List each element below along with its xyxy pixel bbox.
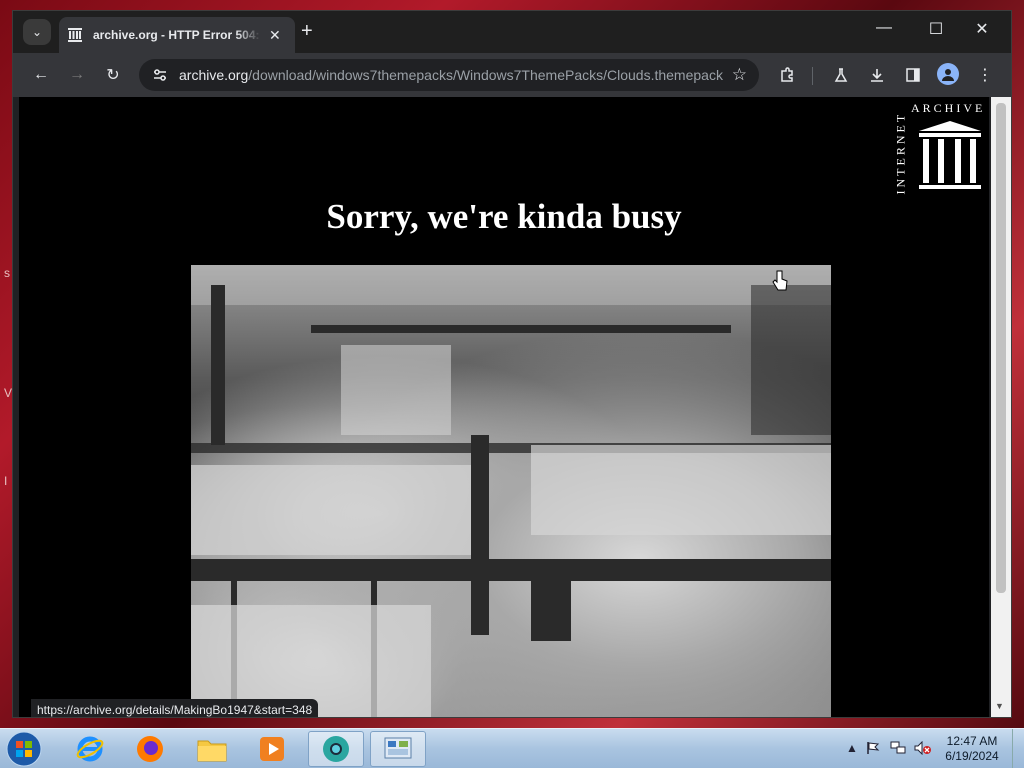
show-hidden-icons-icon[interactable]: ▲ — [846, 741, 858, 755]
page-scrollbar[interactable]: ▼ — [991, 97, 1011, 717]
address-url: archive.org/download/windows7themepacks/… — [179, 67, 723, 83]
maximize-button[interactable]: ☐ — [913, 19, 959, 39]
desktop-edge-glyph: V — [4, 386, 13, 400]
extensions-icon[interactable] — [775, 63, 799, 87]
side-panel-icon[interactable] — [901, 63, 925, 87]
url-host: archive.org — [179, 67, 249, 83]
taskbar-clock[interactable]: 12:47 AM 6/19/2024 — [936, 734, 1008, 764]
media-player-icon[interactable] — [244, 731, 300, 767]
firefox-icon[interactable] — [122, 731, 178, 767]
network-icon[interactable] — [890, 741, 906, 758]
address-bar[interactable]: archive.org/download/windows7themepacks/… — [139, 59, 759, 91]
error-page: ARCHIVE INTERNET Sorry, we're kinda busy — [19, 97, 989, 717]
minimize-button[interactable]: — — [861, 19, 907, 37]
url-path: /download/windows7themepacks/Windows7The… — [248, 67, 723, 83]
download-icon[interactable] — [865, 63, 889, 87]
chrome-icon[interactable] — [308, 731, 364, 767]
action-center-flag-icon[interactable] — [866, 741, 880, 758]
internet-archive-logo[interactable]: ARCHIVE INTERNET — [893, 101, 989, 201]
reload-button[interactable]: ↻ — [101, 63, 125, 87]
desktop-edge-glyph: s — [4, 266, 10, 280]
page-headline: Sorry, we're kinda busy — [326, 197, 682, 236]
browser-toolbar: ← → ↻ archive.org/download/windows7theme… — [13, 53, 1011, 97]
back-button[interactable]: ← — [29, 63, 53, 87]
site-info-icon[interactable] — [149, 64, 171, 86]
internet-explorer-icon[interactable] — [62, 731, 118, 767]
hand-cursor-icon — [772, 270, 788, 291]
tab-search-button[interactable]: ⌄ — [23, 19, 51, 45]
chevron-down-icon: ⌄ — [31, 25, 43, 39]
scroll-down-arrow-icon[interactable]: ▼ — [995, 701, 1004, 711]
status-url-bubble: https://archive.org/details/MakingBo1947… — [31, 699, 319, 717]
volume-muted-icon[interactable] — [914, 740, 932, 758]
show-desktop-button[interactable] — [1012, 729, 1024, 768]
close-window-button[interactable]: ✕ — [959, 19, 1005, 39]
forward-button[interactable]: → — [65, 63, 89, 87]
tab-archive[interactable]: archive.org - HTTP Error 504: I ✕ — [59, 17, 295, 53]
taskbar: ▲ 12:47 AM 6/19/2024 — [0, 728, 1024, 768]
close-icon[interactable]: ✕ — [269, 27, 281, 44]
archive-film-frame[interactable] — [191, 265, 831, 717]
archive-building-icon — [919, 121, 981, 189]
profile-avatar-icon[interactable] — [937, 63, 959, 85]
browser-window: ⌄ archive.org - HTTP Error 504: I ✕ + — … — [12, 10, 1012, 718]
control-panel-icon[interactable] — [370, 731, 426, 767]
logo-word-internet: INTERNET — [893, 111, 908, 195]
toolbar-divider — [812, 67, 813, 85]
clock-date: 6/19/2024 — [945, 749, 999, 763]
labs-flask-icon[interactable] — [829, 63, 853, 87]
file-explorer-icon[interactable] — [184, 731, 240, 767]
desktop-edge-glyph: I — [4, 474, 8, 488]
new-tab-button[interactable]: + — [301, 21, 313, 41]
tab-title: archive.org - HTTP Error 504: I — [93, 28, 261, 42]
clock-time: 12:47 AM — [946, 734, 998, 748]
bookmark-star-icon[interactable]: ☆ — [732, 65, 747, 85]
logo-word-archive: ARCHIVE — [911, 101, 986, 115]
tab-strip: ⌄ archive.org - HTTP Error 504: I ✕ + — … — [13, 11, 1011, 53]
menu-kebab-icon[interactable]: ⋮ — [973, 63, 997, 87]
scrollbar-thumb[interactable] — [996, 103, 1006, 593]
archive-icon — [67, 27, 83, 43]
start-button[interactable] — [6, 731, 44, 767]
